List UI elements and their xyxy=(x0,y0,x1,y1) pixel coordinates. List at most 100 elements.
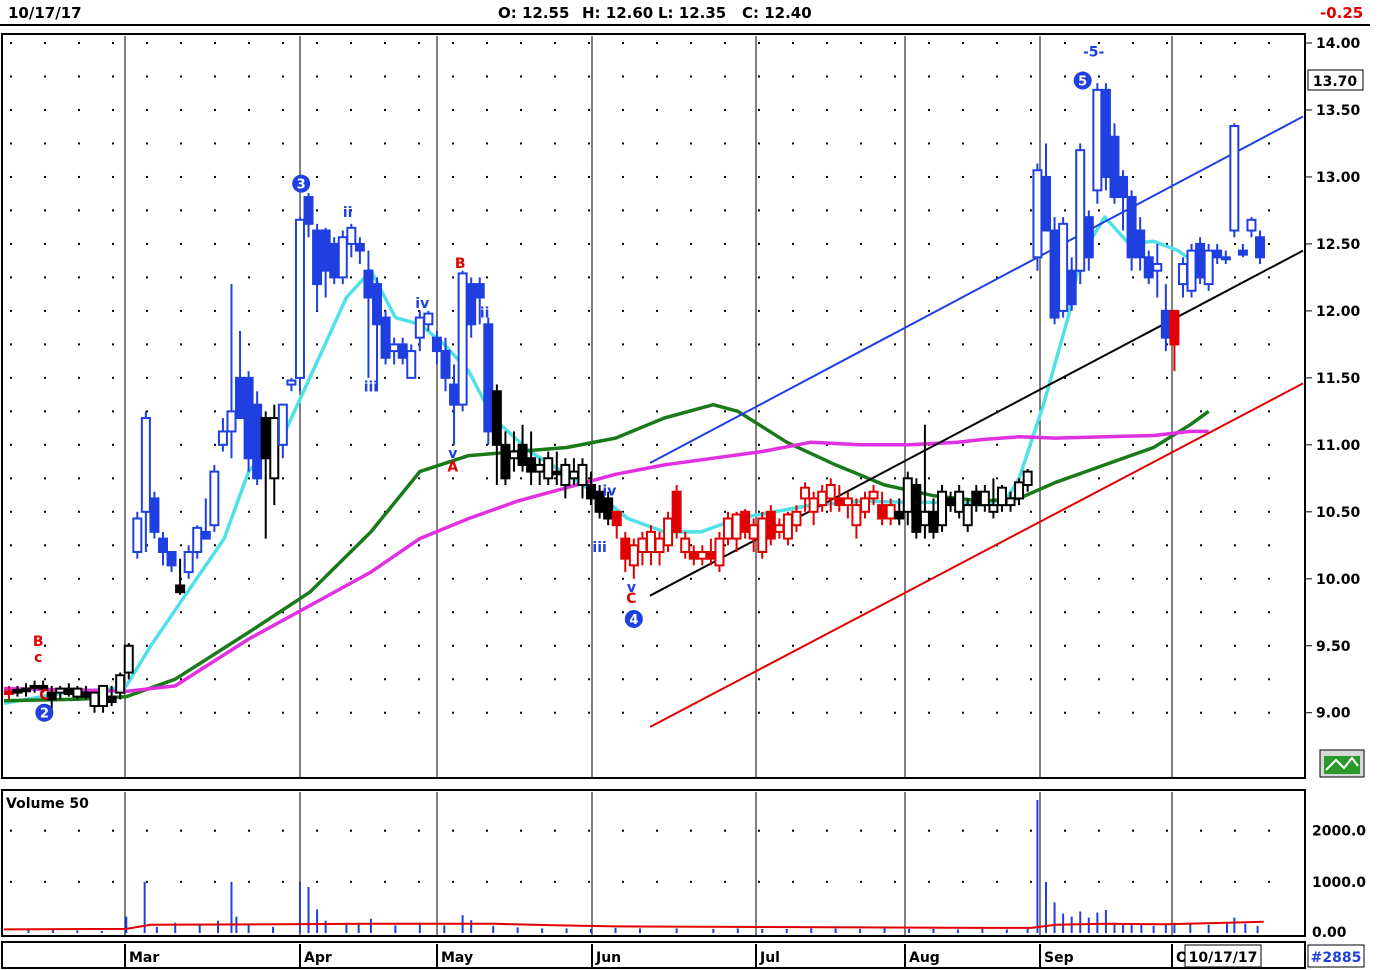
volume-grid-dot xyxy=(1030,880,1032,883)
grid-dot xyxy=(44,611,46,614)
grid-dot xyxy=(1200,443,1202,446)
grid-dot xyxy=(10,376,12,379)
grid-dot xyxy=(758,42,760,44)
trend-lines[interactable] xyxy=(649,115,1304,728)
bar-body xyxy=(1135,229,1146,259)
grid-dot xyxy=(724,644,726,647)
volume-grid-dot xyxy=(860,880,862,883)
grid-dot xyxy=(690,544,692,547)
price-bar xyxy=(834,485,845,512)
grid-dot xyxy=(350,577,352,580)
price-bar xyxy=(808,491,819,526)
price-bar xyxy=(1212,243,1223,265)
grid-dot xyxy=(316,376,318,379)
bar-body xyxy=(800,486,811,500)
grid-dot xyxy=(826,108,828,111)
grid-dot xyxy=(384,108,386,111)
grid-dot xyxy=(112,42,114,44)
bar-body xyxy=(1100,88,1111,178)
grid-dot xyxy=(928,309,930,312)
grid-dot xyxy=(10,242,12,245)
grid-dot xyxy=(486,142,488,145)
grid-dot xyxy=(894,142,896,145)
grid-dot xyxy=(180,108,182,111)
grid-dot xyxy=(486,276,488,279)
grid-dot xyxy=(928,108,930,111)
grid-dot xyxy=(384,544,386,547)
grid-dot xyxy=(860,477,862,480)
grid-dot xyxy=(690,443,692,446)
volume-grid-dot xyxy=(1064,829,1066,832)
bar-body xyxy=(175,584,186,594)
grid-dot xyxy=(928,410,930,413)
grid-dot xyxy=(384,678,386,681)
grid-dot xyxy=(1132,175,1134,178)
grid-dot xyxy=(78,611,80,614)
grid-dot xyxy=(962,343,964,346)
grid-dot xyxy=(1132,577,1134,580)
wave-circle-label: 5 xyxy=(1078,75,1087,90)
chart-tools-icon[interactable] xyxy=(1319,749,1365,778)
grid-dot xyxy=(1234,711,1236,714)
grid-dot xyxy=(724,611,726,614)
grid-dot xyxy=(1234,276,1236,279)
bar-body xyxy=(731,513,742,540)
grid-dot xyxy=(1268,108,1270,111)
grid-dot xyxy=(316,410,318,413)
grid-dot xyxy=(1200,510,1202,513)
wave-circle-label: 3 xyxy=(297,178,306,193)
bar-body xyxy=(303,196,314,225)
grid-dot xyxy=(1064,711,1066,714)
grid-dot xyxy=(588,711,590,714)
grid-dot xyxy=(1030,376,1032,379)
grid-dot xyxy=(520,175,522,178)
grid-dot xyxy=(554,544,556,547)
grid-dot xyxy=(554,477,556,480)
grid-dot xyxy=(758,711,760,714)
grid-dot xyxy=(1098,678,1100,681)
grid-dot xyxy=(282,75,284,78)
grid-dot xyxy=(1234,410,1236,413)
grid-dot xyxy=(860,711,862,714)
grid-dot xyxy=(996,343,998,346)
grid-dot xyxy=(316,711,318,714)
price-bar xyxy=(1177,257,1188,298)
bar-body xyxy=(697,550,708,560)
bar-body xyxy=(1160,309,1171,339)
grid-dot xyxy=(418,477,420,480)
grid-dot xyxy=(1132,644,1134,647)
grid-dot xyxy=(384,711,386,714)
price-bar xyxy=(277,403,288,459)
grid-dot xyxy=(44,309,46,312)
grid-dot xyxy=(214,410,216,413)
volume-grid-dot xyxy=(180,829,182,832)
bar-body xyxy=(474,283,485,299)
volume-grid-dot xyxy=(826,829,828,832)
grid-dot xyxy=(1200,410,1202,413)
grid-dot xyxy=(690,75,692,78)
grid-dot xyxy=(792,175,794,178)
grid-dot xyxy=(214,142,216,145)
grid-dot xyxy=(384,175,386,178)
bar-body xyxy=(1032,169,1043,259)
grid-dot xyxy=(214,678,216,681)
grid-dot xyxy=(826,75,828,78)
price-bar xyxy=(389,337,400,365)
grid-dot xyxy=(622,175,624,178)
price-bar xyxy=(1135,217,1146,271)
bar-body xyxy=(363,269,374,299)
grid-dot xyxy=(78,175,80,178)
grid-dot xyxy=(928,477,930,480)
bar-body xyxy=(526,457,537,473)
bar-body xyxy=(611,510,622,527)
grid-dot xyxy=(962,175,964,178)
bar-body xyxy=(329,242,340,279)
grid-dot xyxy=(214,577,216,580)
grid-dot xyxy=(1200,108,1202,111)
price-chart[interactable]: 2CBc3iiiiiivBiivAiviiivC45-5- 14.0013.50… xyxy=(0,0,1400,970)
grid-dot xyxy=(180,644,182,647)
grid-dot xyxy=(588,108,590,111)
price-bar xyxy=(911,478,922,539)
bar-body xyxy=(500,443,511,480)
grid-dot xyxy=(214,42,216,44)
